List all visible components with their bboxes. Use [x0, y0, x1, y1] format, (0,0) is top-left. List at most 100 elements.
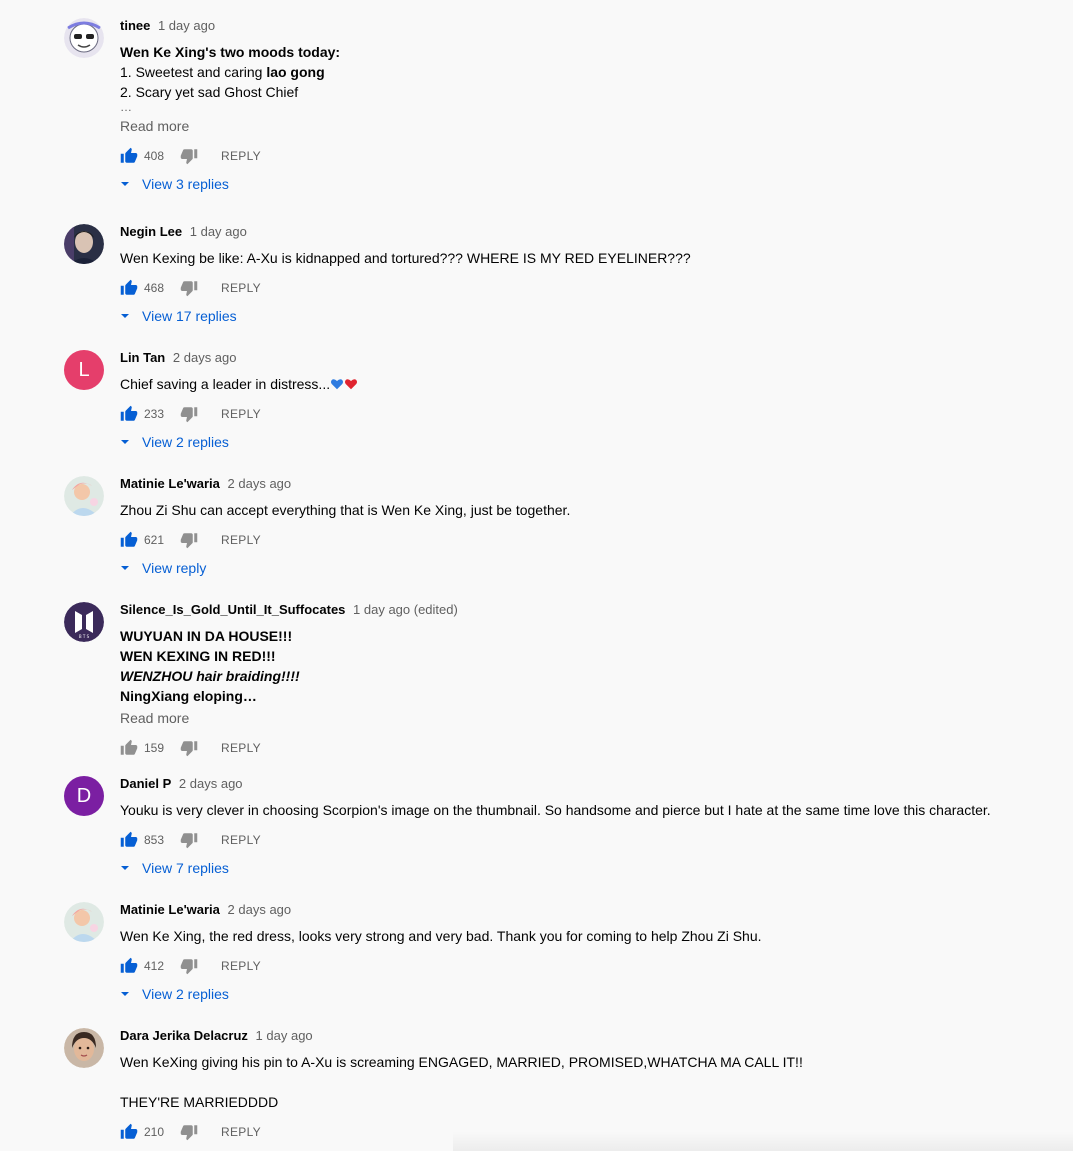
comment-timestamp[interactable]: 2 days ago [179, 776, 243, 791]
avatar[interactable] [64, 18, 104, 58]
thumb-up-icon[interactable] [120, 147, 138, 165]
avatar[interactable] [64, 476, 104, 516]
comment-timestamp[interactable]: 1 day ago [256, 1028, 313, 1043]
thumb-up-icon[interactable] [120, 831, 138, 849]
comment-actions: 853 REPLY [120, 830, 1040, 850]
comment-line: Youku is very clever in choosing Scorpio… [120, 802, 991, 818]
avatar[interactable] [64, 224, 104, 264]
avatar[interactable]: D [64, 776, 104, 816]
reply-button[interactable]: REPLY [221, 533, 261, 547]
reply-button[interactable]: REPLY [221, 833, 261, 847]
comment-timestamp[interactable]: 2 days ago [228, 476, 292, 491]
reply-button[interactable]: REPLY [221, 281, 261, 295]
thumb-up-icon[interactable] [120, 957, 138, 975]
thumb-down-icon[interactable] [180, 405, 198, 423]
comment-timestamp[interactable]: 1 day ago (edited) [353, 602, 458, 617]
comment-line: 2. Scary yet sad Ghost Chief [120, 84, 299, 100]
like-count: 412 [144, 959, 165, 973]
comment-actions: 412 REPLY [120, 956, 1040, 976]
view-replies-label: View 7 replies [142, 860, 229, 876]
like-count: 621 [144, 533, 165, 547]
view-replies-button[interactable]: View 7 replies [120, 858, 1040, 878]
view-replies-button[interactable]: View reply [120, 558, 1040, 578]
chevron-down-icon [120, 989, 130, 999]
avatar[interactable] [64, 902, 104, 942]
reply-button[interactable]: REPLY [221, 149, 261, 163]
comment-author[interactable]: Negin Lee [120, 224, 182, 239]
comment-text: WUYUAN IN DA HOUSE!!! WEN KEXING IN RED!… [120, 626, 1040, 706]
view-replies-button[interactable]: View 2 replies [120, 984, 1040, 1004]
comment-author[interactable]: Silence_Is_Gold_Until_It_Suffocates [120, 602, 345, 617]
comment-timestamp[interactable]: 1 day ago [158, 18, 215, 33]
comments-section: tinee 1 day ago Wen Ke Xing's two moods … [0, 0, 1073, 1151]
svg-text:B T S: B T S [79, 634, 90, 639]
like-count: 210 [144, 1125, 165, 1139]
read-more-button[interactable]: Read more [120, 116, 1040, 136]
comment-text: Wen KeXing giving his pin to A-Xu is scr… [120, 1052, 1040, 1112]
comment-line: Wen Ke Xing's two moods today: [120, 44, 341, 60]
comment-line: WUYUAN IN DA HOUSE!!! [120, 628, 293, 644]
window-shadow [453, 1131, 1073, 1151]
thumb-up-icon[interactable] [120, 1123, 138, 1141]
comment-author[interactable]: Daniel P [120, 776, 171, 791]
chevron-down-icon [120, 563, 130, 573]
like-count: 468 [144, 281, 165, 295]
thumb-down-icon[interactable] [180, 957, 198, 975]
cartoon-sunglasses-avatar-icon [64, 18, 104, 58]
comment-line: WENZHOU hair braiding!!!! [120, 668, 300, 684]
comment-line: WEN KEXING IN RED!!! [120, 648, 276, 664]
like-count: 233 [144, 407, 165, 421]
comment-text: Youku is very clever in choosing Scorpio… [120, 800, 1040, 820]
comment-timestamp[interactable]: 2 days ago [228, 902, 292, 917]
view-replies-label: View 3 replies [142, 176, 229, 192]
comment-author[interactable]: Lin Tan [120, 350, 165, 365]
avatar[interactable] [64, 1028, 104, 1068]
comment-author[interactable]: Dara Jerika Delacruz [120, 1028, 248, 1043]
thumb-up-icon[interactable] [120, 279, 138, 297]
thumb-down-icon[interactable] [180, 279, 198, 297]
comment-author[interactable]: Matinie Le'waria [120, 476, 220, 491]
comment-actions: 159 REPLY [120, 738, 1040, 758]
like-count: 853 [144, 833, 165, 847]
avatar[interactable]: L [64, 350, 104, 390]
thumb-down-icon[interactable] [180, 147, 198, 165]
view-replies-button[interactable]: View 2 replies [120, 432, 1040, 452]
thumb-down-icon[interactable] [180, 831, 198, 849]
chevron-down-icon [120, 311, 130, 321]
thumb-down-icon[interactable] [180, 531, 198, 549]
read-more-button[interactable]: Read more [120, 708, 1040, 728]
comment-line: Chief saving a leader in distress... [120, 376, 331, 392]
comment-timestamp[interactable]: 2 days ago [173, 350, 237, 365]
thumb-down-icon[interactable] [180, 739, 198, 757]
comment-line: Zhou Zi Shu can accept everything that i… [120, 502, 571, 518]
reply-button[interactable]: REPLY [221, 1125, 261, 1139]
chevron-down-icon [120, 437, 130, 447]
comment-text: Wen Ke Xing, the red dress, looks very s… [120, 926, 1040, 946]
view-replies-button[interactable]: View 17 replies [120, 306, 1040, 326]
reply-button[interactable]: REPLY [221, 741, 261, 755]
comment-truncation: … [120, 100, 132, 114]
comment-actions: 621 REPLY [120, 530, 1040, 550]
comment-line: NingXiang eloping… [120, 688, 257, 704]
comment-author[interactable]: tinee [120, 18, 150, 33]
thumb-up-icon[interactable] [120, 531, 138, 549]
comment-timestamp[interactable]: 1 day ago [190, 224, 247, 239]
avatar-letter: D [76, 785, 92, 807]
comment-actions: 408 REPLY [120, 146, 1040, 166]
thumb-up-icon[interactable] [120, 739, 138, 757]
thumb-down-icon[interactable] [180, 1123, 198, 1141]
comment-author[interactable]: Matinie Le'waria [120, 902, 220, 917]
comment-line: Wen Kexing be like: A-Xu is kidnapped an… [120, 250, 691, 266]
reply-button[interactable]: REPLY [221, 959, 261, 973]
comment-text: Wen Ke Xing's two moods today: 1. Sweete… [120, 42, 1040, 114]
comment-actions: 233 REPLY [120, 404, 1040, 424]
view-replies-button[interactable]: View 3 replies [120, 174, 1040, 194]
avatar[interactable]: B T S [64, 602, 104, 642]
chevron-down-icon [120, 863, 130, 873]
reply-button[interactable]: REPLY [221, 407, 261, 421]
thumb-up-icon[interactable] [120, 405, 138, 423]
comment-line: THEY'RE MARRIEDDDD [120, 1094, 279, 1110]
like-count: 159 [144, 741, 165, 755]
view-replies-label: View 17 replies [142, 308, 237, 324]
bts-logo-avatar-icon: B T S [64, 602, 104, 642]
